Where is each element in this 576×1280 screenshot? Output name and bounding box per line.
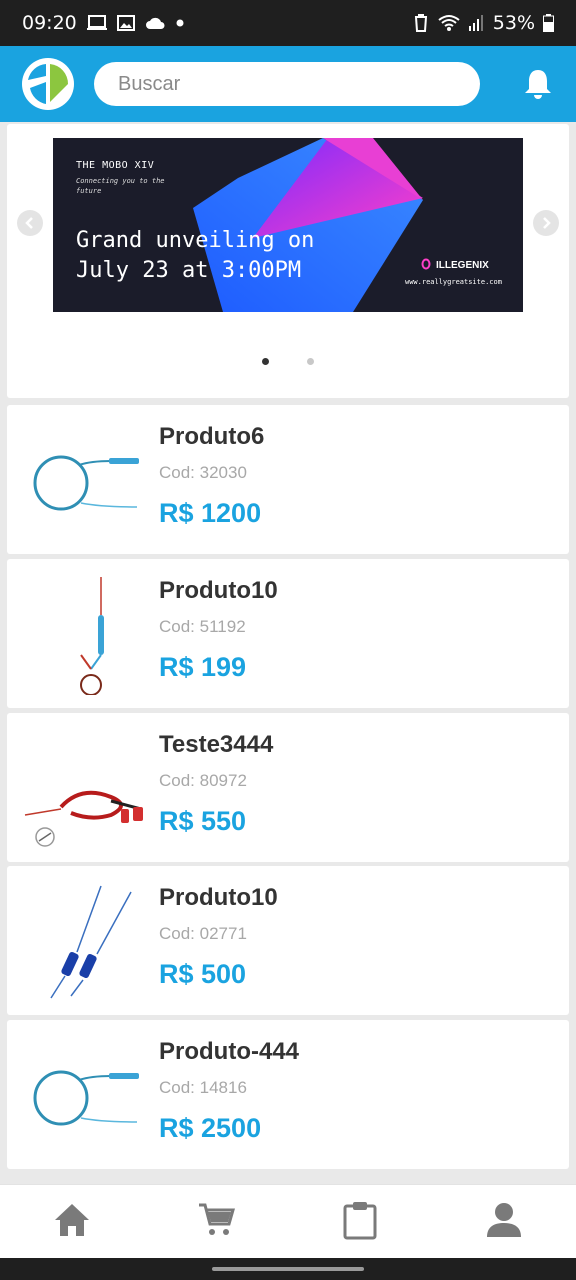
cloud-icon xyxy=(145,16,165,30)
product-image xyxy=(21,421,141,541)
image-icon xyxy=(116,15,135,31)
product-price: R$ 550 xyxy=(159,806,247,836)
carousel-next-button[interactable] xyxy=(533,210,559,236)
product-image xyxy=(21,575,141,696)
product-card[interactable]: Produto-444 Cod: 14816 R$ 2500 xyxy=(7,1020,569,1169)
brand-logo[interactable] xyxy=(20,56,76,112)
banner-brand-name: ILLEGENIX xyxy=(436,260,489,271)
product-image xyxy=(21,882,141,1002)
product-name: Produto10 xyxy=(159,577,278,604)
product-card[interactable]: Produto10 Cod: 02771 R$ 500 xyxy=(7,866,569,1015)
product-card[interactable]: Produto6 Cod: 32030 R$ 1200 xyxy=(7,405,569,554)
carousel-dot[interactable] xyxy=(307,358,314,365)
user-icon xyxy=(485,1201,523,1243)
product-price: R$ 500 xyxy=(159,959,247,989)
recycle-icon xyxy=(413,14,429,32)
product-name: Produto-444 xyxy=(159,1038,300,1065)
carousel-dot[interactable] xyxy=(262,358,269,365)
banner-subtitle: Connecting you to the future xyxy=(76,177,165,195)
product-price: R$ 1200 xyxy=(159,498,262,528)
carousel-pagination xyxy=(7,358,569,365)
battery-icon xyxy=(543,14,554,32)
banner-carousel: THE MOBO XIV Connecting you to the futur… xyxy=(7,124,569,398)
screen-icon xyxy=(86,15,107,31)
product-image xyxy=(21,1036,141,1156)
product-code: Cod: 80972 xyxy=(159,771,247,790)
product-code: Cod: 51192 xyxy=(159,617,246,636)
product-code: Cod: 02771 xyxy=(159,924,247,943)
app-header xyxy=(0,46,576,122)
product-name: Teste3444 xyxy=(159,731,274,758)
bell-icon[interactable] xyxy=(520,66,556,102)
bottom-tab-bar xyxy=(0,1184,576,1258)
wifi-icon xyxy=(437,14,461,32)
battery-percent: 53% xyxy=(492,12,535,34)
product-name: Produto6 xyxy=(159,423,265,450)
banner-title: THE MOBO XIV xyxy=(76,160,155,171)
search-bar[interactable] xyxy=(94,62,480,106)
search-input[interactable] xyxy=(118,72,456,96)
product-code: Cod: 14816 xyxy=(159,1078,247,1097)
product-price: R$ 199 xyxy=(159,652,247,682)
clock: 09:20 xyxy=(22,12,77,34)
notification-dot-icon xyxy=(175,18,185,28)
cart-icon xyxy=(197,1202,235,1242)
system-navigation-bar xyxy=(0,1258,576,1280)
product-card[interactable]: Produto10 Cod: 51192 R$ 199 xyxy=(7,559,569,708)
banner-image[interactable]: THE MOBO XIV Connecting you to the futur… xyxy=(53,138,523,312)
product-image xyxy=(21,729,143,849)
status-bar: 09:20 53% xyxy=(0,0,576,46)
banner-brand: ILLEGENIX xyxy=(421,258,489,273)
banner-headline: Grand unveiling on July 23 at 3:00PM xyxy=(76,228,315,283)
product-card[interactable]: Teste3444 Cod: 80972 R$ 550 xyxy=(7,713,569,862)
carousel-prev-button[interactable] xyxy=(17,210,43,236)
product-code: Cod: 32030 xyxy=(159,463,247,482)
brand-ring-icon xyxy=(421,258,431,273)
tab-profile[interactable] xyxy=(474,1192,534,1252)
product-price: R$ 2500 xyxy=(159,1113,262,1143)
product-name: Produto10 xyxy=(159,884,278,911)
banner-site: www.reallygreatsite.com xyxy=(405,278,502,286)
home-gesture-bar[interactable] xyxy=(212,1267,364,1271)
signal-icon xyxy=(468,15,485,31)
home-icon xyxy=(53,1202,91,1242)
tab-cart[interactable] xyxy=(186,1192,246,1252)
tab-orders[interactable] xyxy=(330,1192,390,1252)
clipboard-icon xyxy=(342,1200,378,1244)
tab-home[interactable] xyxy=(42,1192,102,1252)
